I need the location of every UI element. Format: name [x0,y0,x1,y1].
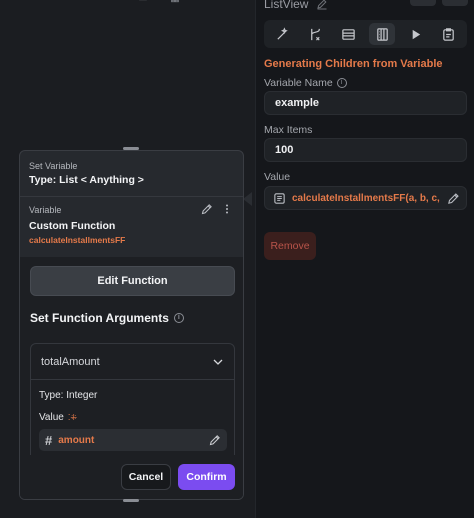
magic-wand-icon [277,26,288,40]
cancel-button[interactable]: Cancel [121,464,171,490]
grid-icon[interactable]: ⁘ [226,0,240,4]
value-function-text: calculateInstallmentsFF(a, b, c, ...) [292,192,441,204]
pencil-icon[interactable] [201,203,213,215]
canvas-toolbar: + ▭ ▦ [104,0,182,4]
argument-value-label-text: Value [39,412,64,423]
resize-handle-bottom[interactable] [123,499,139,502]
variable-name-label-text: Variable Name [264,77,333,89]
play-icon [412,29,420,39]
chevron-down-icon[interactable] [212,356,224,368]
tab-properties[interactable] [270,23,296,45]
value-label: Value [264,171,291,183]
trash-icon[interactable]: ▭ [136,0,150,4]
value-field[interactable]: calculateInstallmentsFF(a, b, c, ...) [264,186,467,210]
top-badges [410,0,468,6]
panel-tab-bar [264,20,474,48]
section-title: Generating Children from Variable [264,58,443,70]
max-items-label: Max Items [264,124,313,136]
variable-section: Variable Custom Function calculateInstal… [20,197,243,255]
argument-value-field[interactable]: # amount [39,429,227,451]
set-variable-modal: Set Variable Type: List < Anything > Var… [19,150,244,500]
table-icon [342,28,356,40]
args-title: Set Function Arguments i [30,311,184,325]
hash-icon: # [45,432,53,448]
edit-function-button[interactable]: Edit Function [30,266,235,296]
panel-title: ListView [264,0,309,11]
variable-name-input[interactable]: example [264,91,467,115]
max-items-input[interactable]: 100 [264,138,467,162]
tab-actions[interactable] [303,23,329,45]
pencil-icon[interactable] [209,434,221,446]
top-badge-1[interactable] [410,0,436,6]
args-title-text: Set Function Arguments [30,311,169,325]
argument-value-label: Value ⁚⁜ [39,412,77,423]
tab-backend-query[interactable] [336,23,362,45]
confirm-button[interactable]: Confirm [178,464,235,490]
more-vertical-icon[interactable] [221,203,233,215]
modal-header: Set Variable Type: List < Anything > [20,151,243,197]
clipboard-icon [443,27,454,41]
type-label: Type: List < Anything > [29,174,144,186]
argument-name: totalAmount [41,355,100,368]
properties-panel: ListView Generating Children from Variab… [255,0,474,518]
panel-header: ListView [264,0,328,12]
top-badge-2[interactable] [442,0,468,6]
variable-actions [201,203,233,215]
info-icon[interactable]: i [173,313,184,323]
list-items-icon [376,27,388,41]
remove-button[interactable]: Remove [264,232,316,260]
set-variable-label: Set Variable [29,161,78,171]
edit-name-icon[interactable] [316,0,328,10]
argument-value: amount [58,434,95,446]
argument-type: Type: Integer [39,390,98,401]
variable-source-icon[interactable]: ⁚⁜ [68,413,77,422]
add-icon[interactable]: + [104,0,118,4]
database-icon [274,192,285,204]
tab-docs[interactable] [435,23,461,45]
function-name: calculateInstallmentsFF [29,235,126,245]
tab-preview[interactable] [402,23,428,45]
branch-icon [311,28,321,41]
pencil-icon[interactable] [447,192,460,205]
modal-footer: Cancel Confirm [20,455,243,499]
custom-function-label: Custom Function [29,220,116,232]
layout-icon[interactable]: ▦ [168,0,182,4]
popover-arrow [243,192,252,206]
argument-card: totalAmount Type: Integer Value ⁚⁜ # amo… [30,343,235,461]
panel-tabs [264,20,467,48]
tab-generate-children[interactable] [369,23,396,45]
argument-header[interactable]: totalAmount [31,344,234,380]
info-icon[interactable]: i [336,78,347,88]
variable-name-label: Variable Name i [264,77,347,89]
